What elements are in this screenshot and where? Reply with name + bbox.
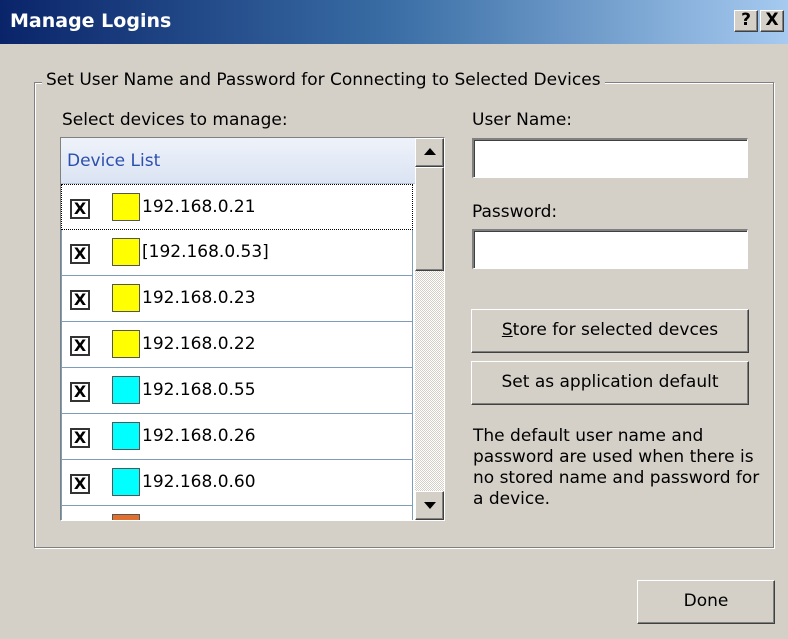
groupbox-legend: Set User Name and Password for Connectin…: [42, 70, 605, 90]
device-checkbox[interactable]: X: [70, 428, 90, 448]
password-input[interactable]: [472, 229, 748, 269]
scroll-up-button[interactable]: [415, 138, 444, 167]
store-button-accelerator: S: [501, 320, 513, 340]
arrow-down-icon: [424, 502, 436, 509]
device-address: [192.168.0.53]: [142, 242, 269, 262]
arrow-up-icon: [424, 148, 436, 155]
device-checkbox[interactable]: X: [70, 199, 90, 219]
device-checkbox[interactable]: X: [70, 382, 90, 402]
device-color-swatch: [112, 468, 140, 496]
device-address: 192.168.0.60: [142, 472, 256, 492]
device-checkbox[interactable]: X: [70, 474, 90, 494]
device-row[interactable]: X 192.168.0.23: [61, 276, 413, 322]
device-address: 192.168.0.26: [142, 426, 256, 446]
device-row[interactable]: X 192.168.0.55: [61, 368, 413, 414]
username-label: User Name:: [472, 110, 573, 130]
device-color-swatch: [112, 376, 140, 404]
device-list[interactable]: Device List X 192.168.0.21 X [192.168.0.53]…: [60, 137, 445, 521]
window-title: Manage Logins: [10, 10, 172, 32]
default-credentials-note: The default user name and password are u…: [473, 426, 760, 509]
device-address: 192.168.0.21: [142, 197, 256, 217]
title-bar: Manage Logins ? X: [0, 0, 788, 44]
scroll-down-button[interactable]: [415, 491, 444, 520]
device-row[interactable]: X [192.168.0.53]: [61, 230, 413, 276]
device-row[interactable]: X 192.168.0.21: [61, 184, 413, 230]
device-rows: X 192.168.0.21 X [192.168.0.53] X 192.168.0.2…: [61, 184, 415, 520]
device-row[interactable]: X 192.168.0.60: [61, 460, 413, 506]
device-row[interactable]: X 192.168.0.22: [61, 322, 413, 368]
done-button[interactable]: Done: [637, 580, 775, 624]
password-label: Password:: [472, 202, 558, 222]
scroll-thumb[interactable]: [415, 167, 444, 271]
device-list-header: Device List: [61, 138, 415, 184]
device-color-swatch: [112, 284, 140, 312]
device-row[interactable]: [61, 506, 413, 520]
close-button[interactable]: X: [760, 10, 784, 32]
device-checkbox[interactable]: X: [70, 290, 90, 310]
device-address: 192.168.0.23: [142, 288, 256, 308]
username-input[interactable]: [472, 138, 748, 178]
device-address: 192.168.0.55: [142, 380, 256, 400]
device-list-scrollbar[interactable]: [415, 138, 444, 520]
device-color-swatch: [112, 330, 140, 358]
set-default-button[interactable]: Set as application default: [471, 361, 749, 405]
device-address: 192.168.0.22: [142, 334, 256, 354]
devices-label: Select devices to manage:: [62, 110, 288, 130]
device-row[interactable]: X 192.168.0.26: [61, 414, 413, 460]
device-color-swatch: [112, 238, 140, 266]
device-checkbox[interactable]: X: [70, 336, 90, 356]
help-button[interactable]: ?: [734, 10, 758, 32]
device-color-swatch: [112, 193, 140, 221]
device-checkbox[interactable]: X: [70, 244, 90, 264]
store-button-label: tore for selected devces: [512, 320, 719, 340]
device-color-swatch: [112, 422, 140, 450]
device-color-swatch: [112, 514, 140, 520]
store-for-selected-button[interactable]: Store for selected devces: [471, 309, 749, 353]
device-list-header-label: Device List: [67, 151, 161, 171]
